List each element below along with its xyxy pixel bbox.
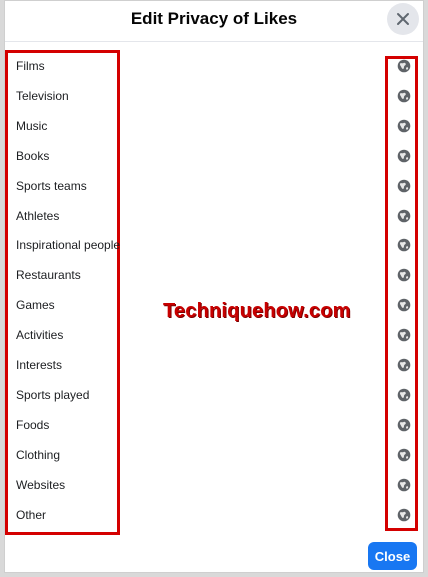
category-label: Sports played — [16, 387, 90, 402]
edit-privacy-dialog: Edit Privacy of Likes Films Television Mus… — [4, 0, 424, 573]
globe-icon[interactable] — [397, 418, 411, 432]
dialog-header: Edit Privacy of Likes — [5, 1, 423, 42]
dialog-title: Edit Privacy of Likes — [130, 9, 298, 28]
globe-icon[interactable] — [397, 149, 411, 163]
close-button[interactable]: Close — [368, 542, 417, 570]
category-label: Restaurants — [16, 268, 81, 283]
category-label: Activities — [16, 328, 64, 343]
globe-icon[interactable] — [397, 119, 411, 133]
globe-icon[interactable] — [397, 59, 411, 73]
globe-icon[interactable] — [397, 298, 411, 312]
category-label: Films — [16, 59, 45, 73]
category-label: Interests — [16, 358, 63, 372]
category-label: Television — [16, 88, 69, 103]
category-label: Music — [16, 118, 48, 133]
globe-icon[interactable] — [397, 238, 411, 252]
globe-icon[interactable] — [397, 179, 411, 193]
x-icon — [397, 13, 409, 25]
globe-icon[interactable] — [397, 268, 411, 282]
globe-icon[interactable] — [397, 328, 411, 342]
category-label: Clothing — [16, 447, 61, 462]
category-label: Games — [16, 298, 55, 313]
category-label: Sports teams — [16, 178, 87, 193]
globe-icon[interactable] — [397, 508, 411, 522]
globe-icon[interactable] — [397, 478, 411, 492]
globe-icon[interactable] — [397, 89, 411, 103]
globe-icon[interactable] — [397, 209, 411, 223]
category-label: Foods — [16, 417, 50, 432]
globe-icon[interactable] — [397, 448, 411, 462]
globe-icon[interactable] — [397, 358, 411, 372]
category-label: Other — [16, 507, 47, 522]
close-icon[interactable] — [387, 3, 419, 35]
category-label: Books — [16, 148, 50, 163]
watermark: Techniquehow.com — [163, 300, 351, 322]
category-label: Inspirational people — [16, 238, 121, 253]
category-label: Athletes — [16, 208, 60, 223]
globe-icon[interactable] — [397, 388, 411, 402]
category-label: Websites — [16, 477, 66, 492]
